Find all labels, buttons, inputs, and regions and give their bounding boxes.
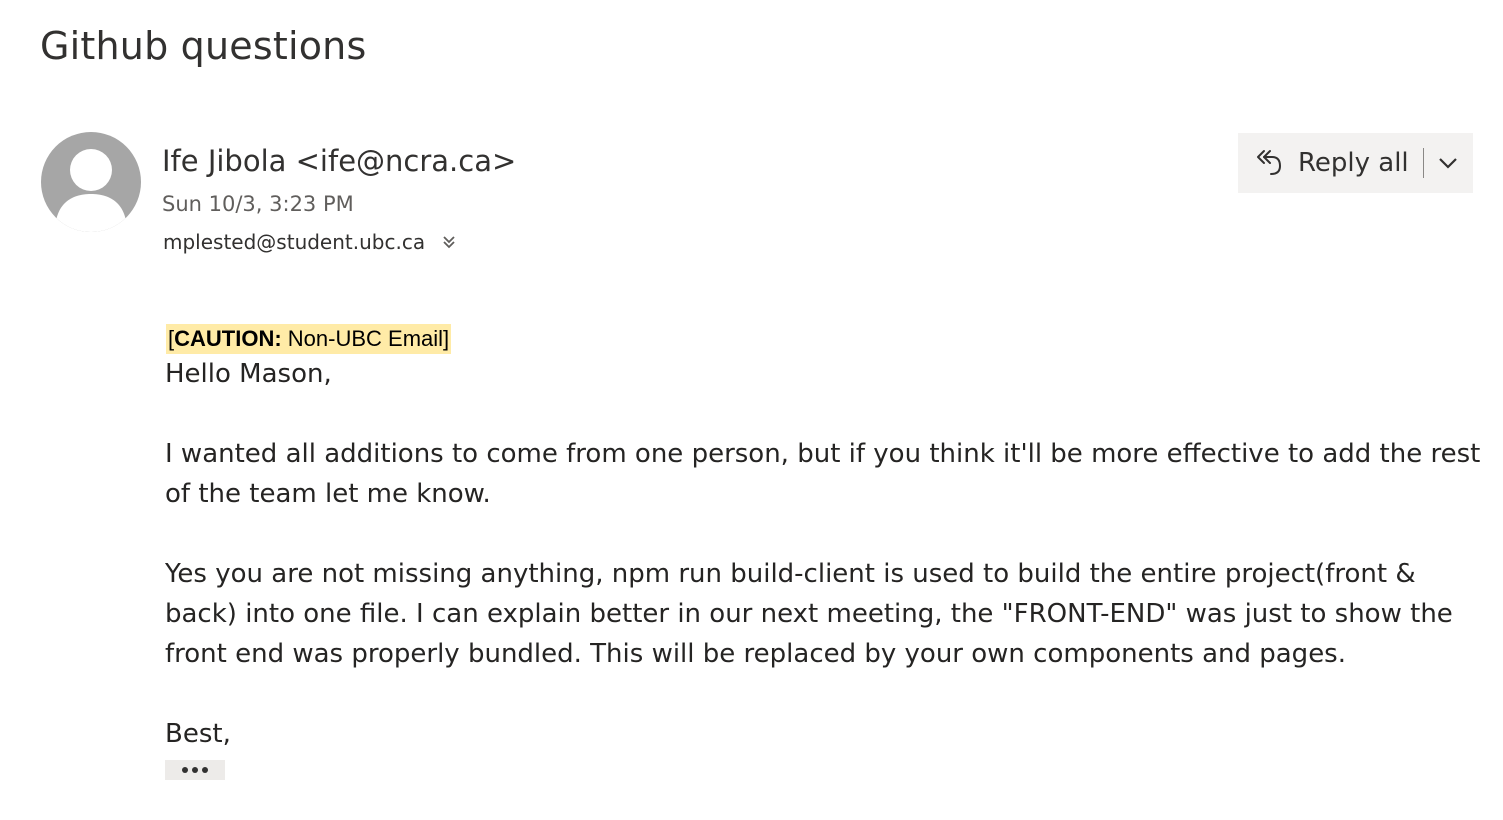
reply-options-dropdown[interactable]: [1424, 133, 1472, 193]
caution-text: Non-UBC Email]: [281, 326, 450, 351]
reply-all-label: Reply all: [1298, 148, 1409, 178]
chevron-down-icon: [1438, 158, 1457, 169]
reply-all-icon: [1257, 150, 1282, 175]
sender-avatar[interactable]: [41, 132, 141, 232]
message-body: [CAUTION: Non-UBC Email] Hello Mason, I …: [165, 324, 1485, 780]
caution-banner: [CAUTION: Non-UBC Email]: [166, 324, 452, 354]
sender-name[interactable]: Ife Jibola <ife@ncra.ca>: [162, 144, 516, 178]
caution-label: CAUTION:: [174, 326, 282, 351]
recipient-address[interactable]: mplested@student.ubc.ca: [163, 230, 425, 254]
reply-all-button[interactable]: Reply all: [1238, 133, 1423, 193]
ellipsis-icon: [182, 767, 208, 773]
person-icon: [55, 149, 127, 232]
email-subject: Github questions: [40, 24, 367, 68]
show-more-button[interactable]: [165, 760, 225, 780]
sent-date: Sun 10/3, 3:23 PM: [162, 192, 354, 216]
greeting: Hello Mason,: [165, 359, 332, 389]
double-chevron-down-icon[interactable]: [439, 230, 459, 254]
reply-all-group: Reply all: [1238, 133, 1473, 193]
sign-off: Best,: [165, 719, 231, 749]
paragraph-1: I wanted all additions to come from one …: [165, 439, 1481, 509]
recipient-line: mplested@student.ubc.ca: [163, 230, 459, 254]
paragraph-2: Yes you are not missing anything, npm ru…: [165, 559, 1453, 669]
